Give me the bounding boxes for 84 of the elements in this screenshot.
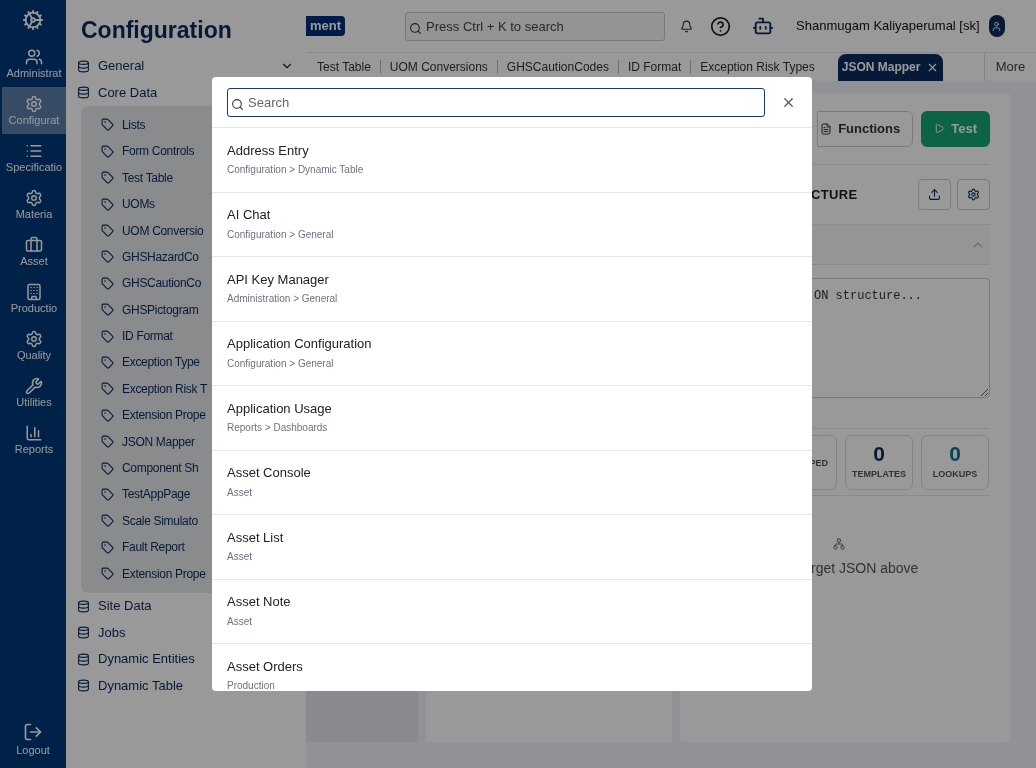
search-icon bbox=[231, 97, 244, 111]
tag-icon bbox=[101, 487, 114, 501]
gear-icon bbox=[25, 330, 43, 348]
tag-icon bbox=[101, 224, 114, 237]
bell-icon[interactable] bbox=[680, 19, 694, 33]
tab[interactable]: GHSCautionCodes bbox=[497, 53, 618, 81]
functions-button[interactable]: Functions bbox=[817, 110, 914, 147]
tag-icon bbox=[101, 408, 114, 422]
settings-icon bbox=[967, 188, 980, 201]
search-result[interactable]: Asset Note Asset bbox=[212, 579, 812, 644]
nav-rail-item[interactable]: Administrat bbox=[2, 40, 66, 87]
user-name: Shanmugam Kaliyaperumal [sk] bbox=[796, 17, 980, 36]
search-result[interactable]: Application Configuration Configuration > General bbox=[212, 321, 812, 386]
gear-icon bbox=[25, 95, 43, 113]
nav-rail-item[interactable]: Configurat bbox=[2, 87, 66, 134]
nav-rail-item[interactable]: Reports bbox=[2, 416, 66, 463]
tag-icon bbox=[101, 514, 114, 528]
search-result[interactable]: Address Entry Configuration > Dynamic Table bbox=[212, 128, 812, 193]
tag-icon bbox=[101, 329, 114, 343]
tag-icon bbox=[101, 171, 114, 185]
tab[interactable]: ID Format bbox=[618, 53, 691, 81]
database-icon bbox=[77, 59, 90, 73]
tag-icon bbox=[101, 355, 114, 369]
tab[interactable]: Exception Risk Types bbox=[691, 53, 824, 81]
nav-rail-item[interactable]: Quality bbox=[2, 322, 66, 369]
nav-rail-item[interactable]: Productio bbox=[2, 275, 66, 322]
play-icon bbox=[934, 123, 946, 134]
robot-icon[interactable] bbox=[752, 15, 775, 37]
document-icon bbox=[820, 122, 833, 135]
upload-icon bbox=[928, 188, 941, 201]
tab[interactable]: UOM Conversions bbox=[380, 53, 497, 81]
tag-icon bbox=[101, 250, 114, 264]
tag-icon bbox=[101, 567, 114, 581]
tag-icon bbox=[101, 197, 114, 211]
search-result[interactable]: Asset Orders Production bbox=[212, 644, 812, 691]
tag-icon bbox=[101, 382, 114, 396]
environment-badge: ment bbox=[306, 16, 346, 36]
database-icon bbox=[77, 599, 90, 613]
database-icon bbox=[77, 679, 90, 693]
nav-rail-item[interactable]: Asset bbox=[2, 228, 66, 275]
stat-card: 0 TEMPLATES bbox=[845, 434, 913, 490]
upload-button[interactable] bbox=[918, 179, 951, 210]
logout-button[interactable]: Logout bbox=[0, 714, 66, 764]
tag-icon bbox=[101, 540, 114, 554]
tab[interactable]: JSON Mapper bbox=[837, 53, 944, 81]
json-input-field[interactable]: ON structure... bbox=[811, 278, 990, 398]
building-icon bbox=[25, 283, 43, 301]
panel-title: Configuration bbox=[80, 16, 233, 45]
search-icon bbox=[409, 21, 423, 35]
logout-icon bbox=[23, 722, 43, 742]
tag-icon bbox=[101, 303, 114, 317]
search-result[interactable]: Application Usage Reports > Dashboards bbox=[212, 386, 812, 451]
empty-state-text: rget JSON above bbox=[811, 559, 919, 578]
nav-rail-item[interactable]: Utilities bbox=[2, 369, 66, 416]
tag-icon bbox=[101, 276, 114, 290]
tab[interactable]: Test Table bbox=[308, 53, 380, 81]
search-field[interactable]: Search bbox=[227, 87, 765, 117]
wrench-icon bbox=[25, 377, 43, 395]
hierarchy-icon bbox=[833, 538, 845, 550]
search-result[interactable]: Asset List Asset bbox=[212, 515, 812, 580]
database-icon bbox=[77, 86, 90, 99]
bar-chart-icon bbox=[25, 424, 43, 442]
logo-icon bbox=[22, 9, 44, 31]
tag-icon bbox=[101, 118, 114, 132]
gear-icon bbox=[25, 189, 43, 207]
briefcase-icon bbox=[25, 236, 43, 254]
stat-card: 0 LOOKUPS bbox=[921, 434, 989, 490]
list-icon bbox=[25, 142, 43, 160]
database-icon bbox=[77, 652, 90, 666]
search-result[interactable]: API Key Manager Administration > General bbox=[212, 257, 812, 322]
nav-rail-item[interactable]: Materia bbox=[2, 181, 66, 228]
settings-button[interactable] bbox=[957, 179, 990, 210]
tag-icon bbox=[101, 461, 114, 475]
avatar[interactable] bbox=[988, 15, 1005, 37]
search-result[interactable]: Asset Console Asset bbox=[212, 450, 812, 515]
search-result[interactable]: AI Chat Configuration > General bbox=[212, 192, 812, 257]
tag-icon bbox=[101, 144, 114, 158]
help-icon[interactable] bbox=[710, 15, 732, 37]
nav-rail-item[interactable]: Specificatio bbox=[2, 134, 66, 181]
section-title: CTURE bbox=[811, 185, 859, 204]
tree-item[interactable]: General bbox=[77, 52, 302, 80]
tag-icon bbox=[101, 435, 114, 449]
database-icon bbox=[77, 626, 90, 640]
users-icon bbox=[25, 48, 43, 66]
